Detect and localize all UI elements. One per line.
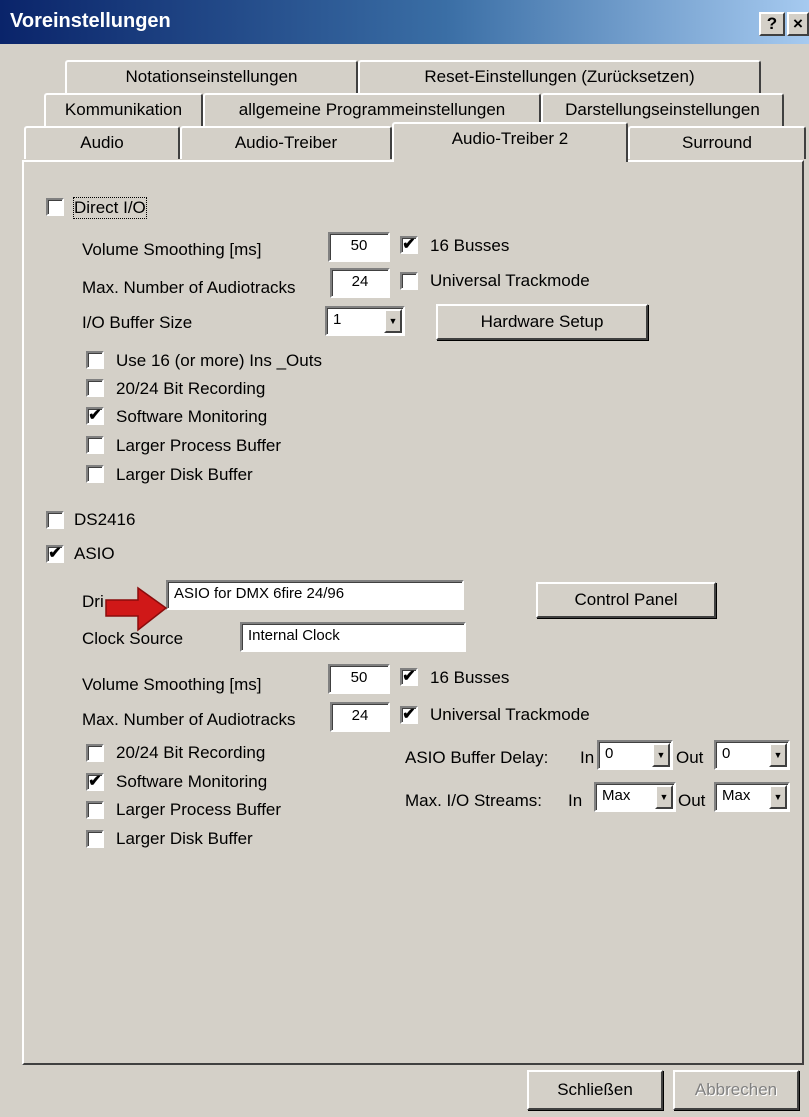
direct-io-max-tracks-label: Max. Number of Audiotracks (82, 278, 296, 297)
asio-buffer-delay-label: ASIO Buffer Delay: (405, 748, 549, 767)
tab-strip: Notationseinstellungen Reset-Einstellung… (0, 60, 809, 165)
direct-io-universal-trackmode-label: Universal Trackmode (430, 271, 590, 290)
direct-io-busses-checkbox[interactable]: ✔ (400, 236, 418, 254)
chevron-down-icon[interactable]: ▼ (655, 785, 673, 809)
asio-driver-label: Dri (82, 592, 104, 611)
clock-source-field[interactable]: Internal Clock (240, 622, 466, 652)
asio-software-monitoring-label: Software Monitoring (116, 772, 268, 791)
chevron-down-icon[interactable]: ▼ (384, 309, 402, 333)
asio-buffer-delay-out-value: 0 (722, 745, 731, 762)
chevron-down-icon[interactable]: ▼ (652, 743, 670, 767)
tab-audio-treiber[interactable]: Audio-Treiber (180, 126, 392, 159)
asio-buffer-delay-in-value: 0 (605, 745, 614, 762)
tab-notationseinstellungen[interactable]: Notationseinstellungen (65, 60, 358, 93)
asio-larger-disk-buffer-checkbox[interactable] (86, 830, 104, 848)
asio-2024-bit-label: 20/24 Bit Recording (116, 743, 266, 762)
title-bar[interactable]: Voreinstellungen ? × (0, 0, 809, 44)
tab-reset-einstellungen[interactable]: Reset-Einstellungen (Zurücksetzen) (358, 60, 761, 93)
asio-buffer-delay-in-label: In (580, 748, 595, 767)
asio-driver-field[interactable]: ASIO for DMX 6fire 24/96 (166, 580, 464, 610)
io-streams-in-dropdown[interactable]: Max ▼ (594, 782, 676, 812)
close-button[interactable]: Schließen (527, 1070, 663, 1110)
tab-kommunikation[interactable]: Kommunikation (44, 93, 203, 126)
io-streams-label: Max. I/O Streams: (405, 791, 542, 810)
chevron-down-icon[interactable]: ▼ (769, 743, 787, 767)
use-16-ins-outs-checkbox[interactable] (86, 351, 104, 369)
asio-buffer-delay-out-dropdown[interactable]: 0 ▼ (714, 740, 790, 770)
direct-io-larger-disk-buffer-label: Larger Disk Buffer (116, 465, 253, 484)
direct-io-2024-bit-label: 20/24 Bit Recording (116, 379, 266, 398)
asio-larger-process-buffer-label: Larger Process Buffer (116, 800, 282, 819)
asio-busses-label: 16 Busses (430, 668, 510, 687)
asio-volume-smoothing-input[interactable]: 50 (328, 664, 390, 694)
io-streams-out-dropdown[interactable]: Max ▼ (714, 782, 790, 812)
io-streams-in-value: Max (602, 787, 631, 804)
direct-io-universal-trackmode-checkbox[interactable] (400, 272, 418, 290)
asio-universal-trackmode-checkbox[interactable]: ✔ (400, 706, 418, 724)
io-streams-out-label: Out (678, 791, 706, 810)
io-streams-in-label: In (568, 791, 583, 810)
hardware-setup-button[interactable]: Hardware Setup (436, 304, 648, 340)
direct-io-larger-process-buffer-checkbox[interactable] (86, 436, 104, 454)
asio-max-tracks-input[interactable]: 24 (330, 702, 390, 732)
direct-io-volume-smoothing-input[interactable]: 50 (328, 232, 390, 262)
direct-io-busses-label: 16 Busses (430, 236, 510, 255)
clock-source-label: Clock Source (82, 629, 184, 648)
help-button[interactable]: ? (759, 12, 785, 36)
asio-buffer-delay-in-dropdown[interactable]: 0 ▼ (597, 740, 673, 770)
asio-larger-process-buffer-checkbox[interactable] (86, 801, 104, 819)
close-icon[interactable]: × (787, 12, 809, 36)
ds2416-label: DS2416 (74, 510, 136, 529)
asio-volume-smoothing-label: Volume Smoothing [ms] (82, 675, 262, 694)
asio-larger-disk-buffer-label: Larger Disk Buffer (116, 829, 253, 848)
window-title: Voreinstellungen (10, 10, 171, 32)
asio-max-tracks-label: Max. Number of Audiotracks (82, 710, 296, 729)
direct-io-2024-bit-checkbox[interactable] (86, 379, 104, 397)
direct-io-larger-process-buffer-label: Larger Process Buffer (116, 436, 282, 455)
asio-checkbox[interactable]: ✔ (46, 545, 64, 563)
asio-software-monitoring-checkbox[interactable]: ✔ (86, 773, 104, 791)
io-buffer-size-label: I/O Buffer Size (82, 313, 193, 332)
asio-buffer-delay-out-label: Out (676, 748, 704, 767)
asio-busses-checkbox[interactable]: ✔ (400, 668, 418, 686)
io-streams-out-value: Max (722, 787, 751, 804)
tab-audio-treiber-2[interactable]: Audio-Treiber 2 (392, 122, 628, 162)
tab-audio[interactable]: Audio (24, 126, 180, 159)
direct-io-volume-smoothing-label: Volume Smoothing [ms] (82, 240, 262, 259)
io-buffer-size-dropdown[interactable]: 1 ▼ (325, 306, 405, 336)
direct-io-software-monitoring-label: Software Monitoring (116, 407, 268, 426)
direct-io-larger-disk-buffer-checkbox[interactable] (86, 465, 104, 483)
tab-surround[interactable]: Surround (628, 126, 806, 159)
arrow-annotation-icon (105, 586, 168, 632)
asio-label: ASIO (74, 544, 115, 563)
direct-io-label: Direct I/O (73, 197, 147, 219)
direct-io-max-tracks-input[interactable]: 24 (330, 268, 390, 298)
io-buffer-size-value: 1 (333, 311, 342, 328)
asio-2024-bit-checkbox[interactable] (86, 744, 104, 762)
cancel-button[interactable]: Abbrechen (673, 1070, 799, 1110)
direct-io-checkbox[interactable] (46, 198, 64, 216)
ds2416-checkbox[interactable] (46, 511, 64, 529)
chevron-down-icon[interactable]: ▼ (769, 785, 787, 809)
use-16-ins-outs-label: Use 16 (or more) Ins _Outs (116, 351, 322, 370)
control-panel-button[interactable]: Control Panel (536, 582, 716, 618)
direct-io-software-monitoring-checkbox[interactable]: ✔ (86, 407, 104, 425)
asio-universal-trackmode-label: Universal Trackmode (430, 705, 590, 724)
